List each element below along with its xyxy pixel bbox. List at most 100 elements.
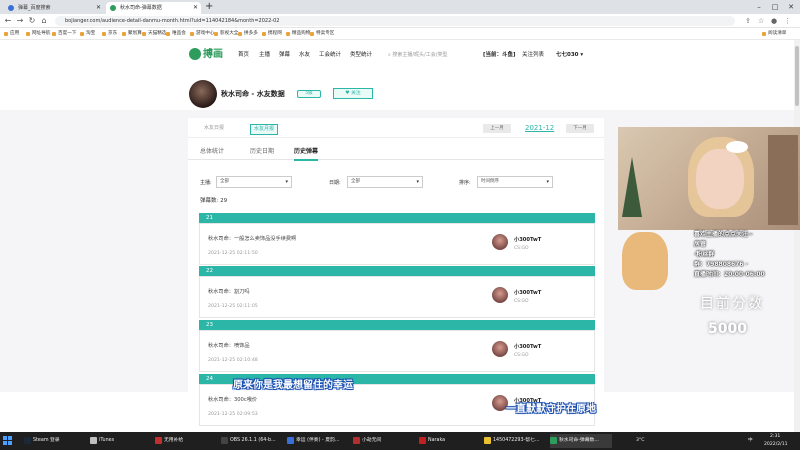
windows-start-icon[interactable] — [3, 436, 12, 445]
bookmark-item[interactable]: 聚划算 — [122, 28, 142, 40]
next-month-button[interactable]: 下一月 — [566, 124, 594, 133]
nav-guild-stats[interactable]: 工会统计 — [319, 50, 341, 60]
close-window-button[interactable]: ✕ — [784, 1, 798, 13]
bookmark-item[interactable]: 携程网 — [262, 28, 282, 40]
bookmark-star-icon[interactable]: ☆ — [758, 15, 764, 27]
tab-history-danmu[interactable]: 历史弹幕 — [294, 147, 319, 161]
entry-number: 22 — [199, 266, 595, 276]
taskbar-item[interactable]: OBS 26.1.1 (64-b... — [221, 434, 283, 448]
back-icon[interactable]: ← — [3, 15, 13, 27]
bookmark-item[interactable]: 百度一下 — [52, 28, 76, 40]
tab-baidu[interactable]: 弹幕_百度搜索 ✕ — [4, 2, 104, 14]
close-tab-icon[interactable]: ✕ — [193, 2, 198, 14]
taskbar-label: 无用补给 — [164, 438, 184, 443]
nav-streamer[interactable]: 主播 — [259, 50, 270, 60]
overlay-line: 直播时间：20:00-06:00 — [694, 271, 765, 278]
taskbar-item[interactable]: Naraka — [419, 434, 481, 448]
bookmark-item[interactable]: 唯品会 — [166, 28, 186, 40]
close-tab-icon[interactable]: ✕ — [96, 2, 101, 14]
taskbar-item[interactable]: Steam 登录 — [24, 434, 86, 448]
bookmark-item[interactable]: 天猫精选 — [142, 28, 166, 40]
taskbar-item[interactable]: 幸运 (伴奏) - 夏韵... — [287, 434, 349, 448]
nav-home[interactable]: 首页 — [238, 50, 249, 60]
user-game: CS:GO — [514, 353, 529, 358]
streamer-face — [696, 149, 744, 209]
nav-fans[interactable]: 水友 — [299, 50, 310, 60]
taskbar-label: OBS 26.1.1 (64-b... — [230, 438, 276, 443]
taskbar-item[interactable]: iTunes — [90, 434, 152, 448]
app-icon — [353, 437, 360, 444]
bookmark-item[interactable]: 游戏中心 — [190, 28, 214, 40]
taskbar-item[interactable]: 1450472293-帮七... — [484, 434, 546, 448]
reading-list[interactable]: 阅读清单 — [762, 28, 786, 40]
overlay-line: ·粉丝群 — [694, 251, 715, 258]
taskbar-item[interactable]: 无用补给 — [155, 434, 217, 448]
temperature: 3°C — [636, 438, 645, 443]
baidu-favicon-icon — [8, 5, 14, 11]
user-name[interactable]: 小300TwT — [514, 236, 541, 244]
bookmark-item[interactable]: 拼多多 — [238, 28, 258, 40]
nav-danmu[interactable]: 弹幕 — [279, 50, 290, 60]
current-platform[interactable]: [当前：斗鱼] — [483, 50, 516, 60]
user-avatar[interactable] — [492, 341, 508, 357]
clock-date[interactable]: 2022/2/11 — [764, 441, 788, 448]
date-filter-select[interactable]: 全部 ▾ — [347, 176, 423, 188]
caret-down-icon: ▾ — [285, 179, 288, 185]
url-field[interactable]: bojianger.com/audience-detail-danmu-mont… — [55, 16, 735, 26]
user-avatar[interactable] — [492, 234, 508, 250]
input-language[interactable]: 中 — [748, 437, 753, 444]
bookmark-item[interactable]: 京东 — [102, 28, 117, 40]
webcam-overlay — [618, 127, 800, 230]
entry-number: 21 — [199, 213, 595, 223]
taskbar-item[interactable]: 小劫无间 — [353, 434, 415, 448]
streamer-filter-select[interactable]: 全部 ▾ — [216, 176, 292, 188]
logo-text: 搏画 — [203, 49, 223, 60]
sort-select[interactable]: 时间倒序 ▾ — [477, 176, 553, 188]
minimize-button[interactable]: – — [752, 1, 766, 13]
tab-label: 弹幕_百度搜索 — [18, 5, 51, 11]
user-avatar[interactable] — [492, 287, 508, 303]
profile-icon[interactable]: ● — [771, 15, 777, 27]
monthly-report-tab[interactable]: 水友月报 — [250, 124, 279, 135]
taskbar-item[interactable]: 秋水司命-弹幕数... — [550, 434, 612, 448]
clock-time[interactable]: 2:31 — [770, 433, 780, 440]
danmu-time: 2021-12-25 02:10:48 — [208, 358, 258, 363]
forward-icon[interactable]: → — [15, 15, 25, 27]
user-menu[interactable]: 七七030 ▾ — [556, 50, 583, 60]
tab-history-dates[interactable]: 历史日期 — [250, 147, 274, 157]
danmu-message: 秋水司命：喷饰品 — [208, 343, 250, 349]
site-logo[interactable]: 搏画 — [189, 47, 229, 63]
bookmark-item[interactable]: 特卖专区 — [310, 28, 334, 40]
bookmark-item[interactable]: 淘宝 — [80, 28, 95, 40]
danmu-message: 秋水司命：割刀吗 — [208, 289, 250, 295]
bookmark-item[interactable]: 网址导航 — [26, 28, 50, 40]
share-icon[interactable]: ⇪ — [745, 15, 751, 27]
new-tab-button[interactable]: + — [205, 1, 213, 13]
tab-danmu-data[interactable]: 秋水司命-弹幕数据 ✕ — [106, 2, 201, 14]
caret-down-icon: ▾ — [546, 179, 549, 185]
nav-type-stats[interactable]: 类型统计 — [350, 50, 372, 60]
user-game: CS:GO — [514, 299, 529, 304]
user-name[interactable]: 小300TwT — [514, 289, 541, 297]
daily-report-tab[interactable]: 水友日报 — [204, 124, 224, 133]
bookmark-item[interactable]: 应用 — [4, 28, 19, 40]
bookmark-item[interactable]: 影视大全 — [214, 28, 238, 40]
maximize-button[interactable]: □ — [768, 1, 782, 13]
bookmark-item[interactable]: 精品购物 — [286, 28, 310, 40]
stream-info-overlay: 喜欢主播的点点关注~ 房管 ·粉丝群 群：798808676 · 直播时间：20… — [620, 230, 800, 290]
search-placeholder: 搜索主播/昵头/工会/类型 — [392, 52, 448, 58]
scrollbar-thumb[interactable] — [795, 46, 799, 106]
taskbar-label: Steam 登录 — [33, 438, 60, 443]
user-name[interactable]: 小300TwT — [514, 343, 541, 351]
streamer-avatar — [189, 80, 217, 108]
reload-icon[interactable]: ↻ — [27, 15, 37, 27]
home-icon[interactable]: ⌂ — [39, 15, 49, 27]
site-search-input[interactable]: ⌕ 搜索主播/昵头/工会/类型 — [388, 49, 473, 61]
report-switch: 水友日报 水友月报 上一月 2021-12 下一月 — [188, 118, 604, 138]
menu-icon[interactable]: ⋮ — [784, 15, 791, 27]
prev-month-button[interactable]: 上一月 — [483, 124, 511, 133]
follow-button[interactable]: ♥ 关注 — [333, 88, 373, 99]
follow-list-link[interactable]: 关注列表 — [522, 50, 544, 60]
sort-label: 排序: — [459, 180, 471, 186]
tab-overall-stats[interactable]: 总体统计 — [200, 147, 224, 157]
